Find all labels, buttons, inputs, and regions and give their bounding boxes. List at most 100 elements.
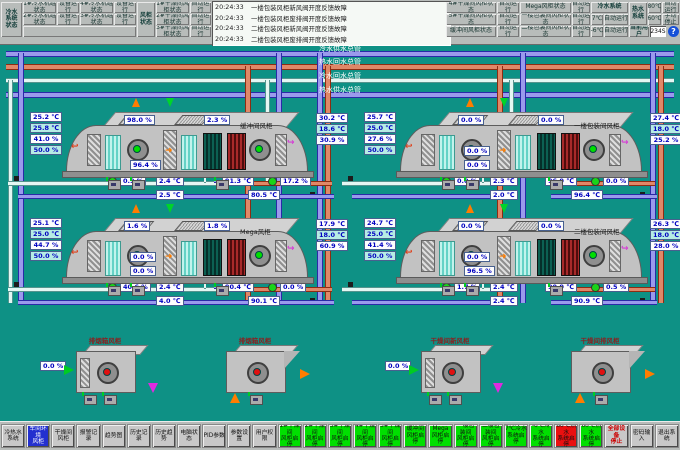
- ahu-left-readouts: 25.1 ℃ 25.0 ℃ 44.7 % 50.0 %: [30, 218, 62, 261]
- freshair-arrow-icon: [166, 98, 174, 107]
- unit-body: [571, 351, 631, 393]
- filter-panel: [181, 135, 197, 170]
- hot-80c-temp: 80℃: [648, 2, 661, 13]
- exit-system-button[interactable]: 退出系统: [655, 424, 679, 448]
- nav-settings[interactable]: 参数设置: [227, 424, 251, 448]
- nav-history-log[interactable]: 历史记录: [127, 424, 151, 448]
- exhaust-arrow-icon: [466, 98, 474, 107]
- outlet-arrow-icon: [645, 369, 655, 379]
- supply-air-arrow-icon: ↪: [287, 244, 295, 254]
- hmi-screen: 冷水 系统 状态 1#冷水机组状态 设备运行 4#冷水机组状态 设备运行 2#冷…: [0, 0, 680, 450]
- alarm-row: 20:24:33一楼包装风柜废排阀开度反馈故障: [215, 14, 448, 23]
- damper-louver: [421, 134, 435, 166]
- unit-body: [421, 351, 481, 393]
- heating-coil: [561, 133, 580, 170]
- supply-temp: 27.4 ℃: [650, 113, 680, 123]
- pipe-label-chilled-supply: 冷水供水总管: [0, 44, 680, 54]
- fan-2-label: 2#干燥间风柜状态: [156, 14, 189, 25]
- nav-pc-status[interactable]: 电脑状态: [177, 424, 201, 448]
- nav-alarm-log[interactable]: 报警记录: [76, 424, 100, 448]
- outlet-arrow-icon: [300, 369, 310, 379]
- humidity-setpoint: 50.0 %: [30, 145, 62, 155]
- return-temp: 25.2 ℃: [30, 112, 62, 122]
- start-stop-hot60[interactable]: 60℃热水 系统启停: [579, 424, 603, 448]
- supply-air-arrow-icon: ↪: [287, 138, 295, 148]
- ahu-name: 二楼包装间风柜: [574, 226, 644, 236]
- start-stop-pack1[interactable]: 一楼包装间 风柜启停: [454, 424, 478, 448]
- fan-icon: [127, 139, 149, 161]
- fresh-damper-pct: 0.0 %: [538, 221, 564, 231]
- start-stop-dry4[interactable]: 4#干燥间 风柜启停: [353, 424, 377, 448]
- unit-body: [76, 351, 136, 393]
- fan-icon: [97, 362, 119, 384]
- ahu-right-readouts: 17.9 ℃ 18.0 ℃ 60.9 %: [316, 219, 348, 251]
- unit-label: 干燥间排风柜: [535, 335, 665, 345]
- small-fan-unit: 干燥间新风柜 0.0 %: [385, 335, 515, 415]
- mega-fan-status: 自动运行: [572, 2, 590, 13]
- airflow-arrow-icon: ➜: [499, 252, 507, 262]
- cold-system-title: 冷水系统: [591, 2, 628, 13]
- damper-actuator: [108, 286, 121, 296]
- damper-actuator: [466, 286, 479, 296]
- start-stop-dry5[interactable]: 5#干燥间 风柜启停: [378, 424, 402, 448]
- chiller-3-status: 设备运行: [114, 14, 136, 25]
- nav-workshop-ahu[interactable]: 车间环境 风柜: [26, 424, 50, 448]
- start-stop-hot80[interactable]: 80℃热水 系统启停: [554, 424, 578, 448]
- pipe-label-chilled-return: 冷水回水总管: [0, 71, 680, 81]
- fan-panel-title: 风柜 状态: [137, 2, 155, 37]
- start-stop-dry1[interactable]: 1#干燥间 风柜启停: [278, 424, 302, 448]
- ahu-left-readouts: 25.7 ℃ 25.0 ℃ 27.6 % 50.0 %: [364, 112, 396, 155]
- nav-user-rights[interactable]: 用户权限: [252, 424, 276, 448]
- nav-coldhot-water[interactable]: 冷热水 系统: [1, 424, 25, 448]
- fresh-damper-pct: 1.8 %: [204, 221, 230, 231]
- current-user-value[interactable]: 1234SK: [650, 26, 666, 37]
- help-icon[interactable]: ?: [668, 26, 679, 37]
- password-entry-button[interactable]: 密码输入: [630, 424, 654, 448]
- return-damper-pct: 98.0 %: [124, 115, 155, 125]
- bottom-toolbar: 冷热水 系统 车间环境 风柜 干燥间 风柜 报警记录 趋势图 历史记录 历史趋势…: [0, 421, 680, 450]
- damper-louver: [87, 134, 101, 166]
- nav-history-trend[interactable]: 历史趋势: [152, 424, 176, 448]
- unit-label: 排烟箱风柜: [40, 335, 170, 345]
- nav-pid-params[interactable]: PID参数: [202, 424, 226, 448]
- start-stop-dry3[interactable]: 3#干燥间 风柜启停: [328, 424, 352, 448]
- start-stop-pack2[interactable]: 二楼包装间 风柜启停: [479, 424, 503, 448]
- alarm-row: 20:24:33二楼包装风柜废排阀开度反馈故障: [215, 35, 448, 44]
- airflow-arrow-icon: ➜: [165, 146, 173, 156]
- ahu-base: [396, 277, 648, 284]
- louver: [80, 358, 90, 388]
- damper-actuator: [132, 286, 145, 296]
- start-stop-dry2[interactable]: 2#干燥间 风柜启停: [303, 424, 327, 448]
- damper-louver: [87, 240, 101, 272]
- nav-drying-ahu[interactable]: 干燥间 风柜: [51, 424, 75, 448]
- fan-icon: [247, 362, 269, 384]
- humidity-setpoint: 50.0 %: [30, 251, 62, 261]
- outlet-arrow-icon: [148, 383, 158, 393]
- ahu-base: [62, 171, 314, 178]
- start-stop-buffer[interactable]: 缓冲间 风柜启停: [403, 424, 427, 448]
- discharge-duct: [629, 351, 645, 369]
- alarm-list[interactable]: 20:24:33一楼包装风柜新风阀开度反馈故障 20:24:33一楼包装风柜废排…: [212, 1, 451, 46]
- supply-air-arrow-icon: ↪: [621, 244, 629, 254]
- supply-temp: 30.2 ℃: [316, 113, 348, 123]
- start-stop-cold7[interactable]: 7℃冷水 系统启停: [504, 424, 528, 448]
- fan-5-status: 自动运行: [497, 14, 519, 25]
- fan-icon: [442, 362, 464, 384]
- nav-trend-chart[interactable]: 趋势图: [102, 424, 126, 448]
- ahu-pack-floor2: 24.7 ℃ 25.0 ℃ 41.4 % 50.0 % ↩ ➜ ↪: [362, 214, 680, 314]
- supply-air-arrow-icon: ↪: [621, 138, 629, 148]
- start-stop-coldm6[interactable]: -6℃冷水 系统启停: [529, 424, 553, 448]
- unit-label: 排烟箱风柜: [190, 335, 320, 345]
- alarm-row: 20:24:33二楼包装风柜新风阀开度反馈故障: [215, 24, 448, 33]
- freshair-arrow-icon: [500, 98, 508, 107]
- mid-pct: 96.4 %: [130, 160, 161, 170]
- airflow-arrow-icon: ➜: [499, 146, 507, 156]
- fan-3-label: 3#干燥间风柜状态: [156, 26, 189, 37]
- chiller-4-label: 4#冷水机组状态: [80, 2, 113, 13]
- all-stop-button[interactable]: 全部设备 停止: [604, 424, 628, 448]
- ahu-shell: ↩ ➜ ↪: [66, 125, 308, 173]
- start-stop-mega[interactable]: Mega 风柜启停: [428, 424, 452, 448]
- fan-5-label: 5#干燥间风柜状态: [446, 14, 496, 25]
- return-air-arrow-icon: ↩: [405, 142, 413, 152]
- ahu-shell: ↩ ➜ ↪: [66, 231, 308, 279]
